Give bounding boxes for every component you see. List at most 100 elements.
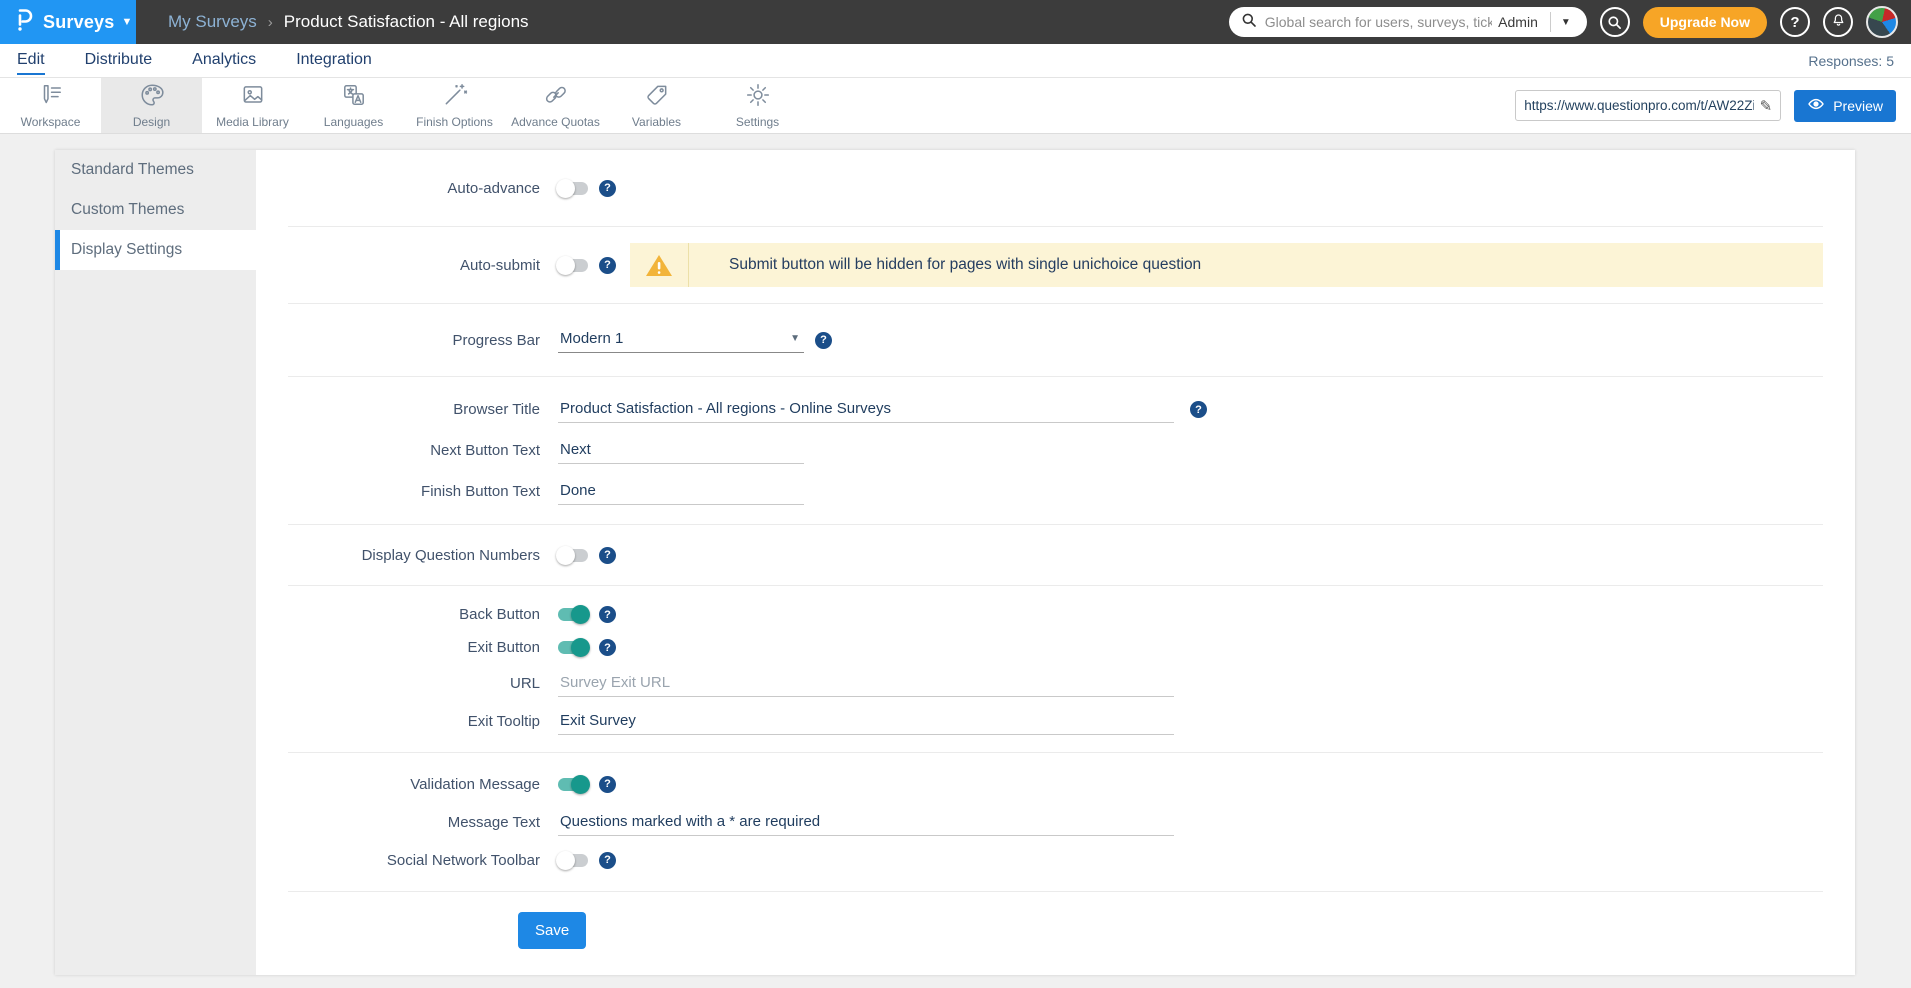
tab-distribute[interactable]: Distribute [85, 46, 153, 75]
settings-icon [745, 82, 771, 111]
sidebar-item-display-settings[interactable]: Display Settings [55, 230, 256, 270]
chevron-down-icon: ▼ [790, 333, 800, 344]
auto-submit-help-icon[interactable]: ? [599, 257, 616, 274]
toolbar-item-settings[interactable]: Settings [707, 78, 808, 133]
exit-button-toggle[interactable] [558, 641, 588, 654]
browser-title-input[interactable] [558, 396, 1174, 423]
social-network-toolbar-label: Social Network Toolbar [288, 852, 558, 869]
upgrade-now-button[interactable]: Upgrade Now [1643, 7, 1767, 38]
toolbar-label: Design [133, 115, 170, 129]
design-icon [139, 82, 165, 111]
exit-button-help-icon[interactable]: ? [599, 639, 616, 656]
warning-triangle-icon [630, 243, 688, 287]
toolbar-label: Media Library [216, 115, 289, 129]
nav-tab-row: Edit Distribute Analytics Integration Re… [0, 44, 1911, 77]
validation-message-help-icon[interactable]: ? [599, 776, 616, 793]
eye-icon [1807, 97, 1825, 114]
exit-button-label: Exit Button [288, 639, 558, 656]
workspace-icon [38, 82, 64, 111]
help-button[interactable]: ? [1780, 7, 1810, 37]
toolbar-label: Workspace [21, 115, 81, 129]
search-submit-button[interactable] [1600, 7, 1630, 37]
design-settings-card: Standard Themes Custom Themes Display Se… [55, 150, 1855, 975]
survey-url-box[interactable]: https://www.questionpro.com/t/AW22ZiOP ✎ [1515, 90, 1781, 121]
preview-label: Preview [1833, 98, 1883, 114]
tab-edit[interactable]: Edit [17, 46, 45, 75]
validation-message-toggle[interactable] [558, 778, 588, 791]
toolbar-label: Finish Options [416, 115, 493, 129]
notifications-button[interactable] [1823, 7, 1853, 37]
variables-icon [644, 82, 670, 111]
toolbar-label: Variables [632, 115, 681, 129]
top-bar: Surveys ▼ My Surveys › Product Satisfact… [0, 0, 1911, 44]
toolbar-item-finish-options[interactable]: Finish Options [404, 78, 505, 133]
toolbar-item-languages[interactable]: Languages [303, 78, 404, 133]
progress-bar-help-icon[interactable]: ? [815, 332, 832, 349]
exit-url-input[interactable] [558, 670, 1174, 697]
auto-submit-toggle[interactable] [558, 259, 588, 272]
chevron-down-icon: ▼ [121, 16, 132, 28]
edit-url-icon[interactable]: ✎ [1760, 97, 1773, 115]
exit-url-label: URL [288, 675, 558, 692]
global-search: Admin ▼ [1229, 7, 1587, 37]
media-library-icon [240, 82, 266, 111]
preview-button[interactable]: Preview [1794, 90, 1896, 122]
display-question-numbers-toggle[interactable] [558, 549, 588, 562]
social-network-toolbar-help-icon[interactable]: ? [599, 852, 616, 869]
user-avatar[interactable] [1866, 6, 1898, 38]
search-scope-caret-icon[interactable]: ▼ [1551, 17, 1581, 28]
exit-tooltip-label: Exit Tooltip [288, 713, 558, 730]
sidebar-item-custom-themes[interactable]: Custom Themes [55, 190, 256, 230]
next-button-text-label: Next Button Text [288, 442, 558, 459]
breadcrumb-my-surveys[interactable]: My Surveys [168, 12, 257, 32]
global-search-input[interactable] [1265, 14, 1492, 30]
edit-toolbar: Workspace Design Media Library Lang [0, 77, 1911, 134]
toolbar-item-design[interactable]: Design [101, 78, 202, 133]
product-switcher[interactable]: Surveys ▼ [0, 0, 136, 44]
tab-integration[interactable]: Integration [296, 46, 372, 75]
social-network-toolbar-toggle[interactable] [558, 854, 588, 867]
responses-count: Responses: 5 [1808, 53, 1894, 69]
brand-label: Surveys [43, 12, 114, 33]
finish-button-text-input[interactable] [558, 478, 804, 505]
back-button-toggle[interactable] [558, 608, 588, 621]
design-sidebar: Standard Themes Custom Themes Display Se… [55, 150, 256, 975]
display-question-numbers-help-icon[interactable]: ? [599, 547, 616, 564]
questionpro-logo-icon [13, 7, 35, 38]
exit-tooltip-input[interactable] [558, 708, 1174, 735]
toolbar-label: Advance Quotas [511, 115, 600, 129]
next-button-text-input[interactable] [558, 437, 804, 464]
bell-icon [1831, 12, 1846, 33]
finish-button-text-label: Finish Button Text [288, 483, 558, 500]
save-button[interactable]: Save [518, 912, 586, 949]
auto-advance-toggle[interactable] [558, 182, 588, 195]
finish-options-icon [442, 82, 468, 111]
progress-bar-label: Progress Bar [288, 332, 558, 349]
auto-advance-label: Auto-advance [288, 180, 558, 197]
toolbar-item-workspace[interactable]: Workspace [0, 78, 101, 133]
topbar-actions: Admin ▼ Upgrade Now ? [1229, 6, 1911, 38]
back-button-help-icon[interactable]: ? [599, 606, 616, 623]
search-icon [1241, 12, 1257, 33]
tab-analytics[interactable]: Analytics [192, 46, 256, 75]
search-scope-selector[interactable]: Admin [1492, 14, 1550, 30]
browser-title-help-icon[interactable]: ? [1190, 401, 1207, 418]
auto-advance-help-icon[interactable]: ? [599, 180, 616, 197]
message-text-label: Message Text [288, 814, 558, 831]
sidebar-item-standard-themes[interactable]: Standard Themes [55, 150, 256, 190]
message-text-input[interactable] [558, 809, 1174, 836]
question-mark-icon: ? [1790, 14, 1799, 31]
progress-bar-value: Modern 1 [560, 330, 623, 347]
languages-icon [341, 82, 367, 111]
progress-bar-select[interactable]: Modern 1 ▼ [558, 327, 804, 353]
toolbar-item-media-library[interactable]: Media Library [202, 78, 303, 133]
breadcrumb-separator: › [268, 14, 273, 31]
display-settings-form: Auto-advance ? Auto-submit ? [256, 150, 1855, 975]
toolbar-item-variables[interactable]: Variables [606, 78, 707, 133]
browser-title-label: Browser Title [288, 401, 558, 418]
warning-message: Submit button will be hidden for pages w… [689, 243, 1201, 287]
display-question-numbers-label: Display Question Numbers [288, 547, 558, 564]
validation-message-label: Validation Message [288, 776, 558, 793]
auto-submit-warning-banner: Submit button will be hidden for pages w… [630, 243, 1823, 287]
toolbar-item-advance-quotas[interactable]: Advance Quotas [505, 78, 606, 133]
